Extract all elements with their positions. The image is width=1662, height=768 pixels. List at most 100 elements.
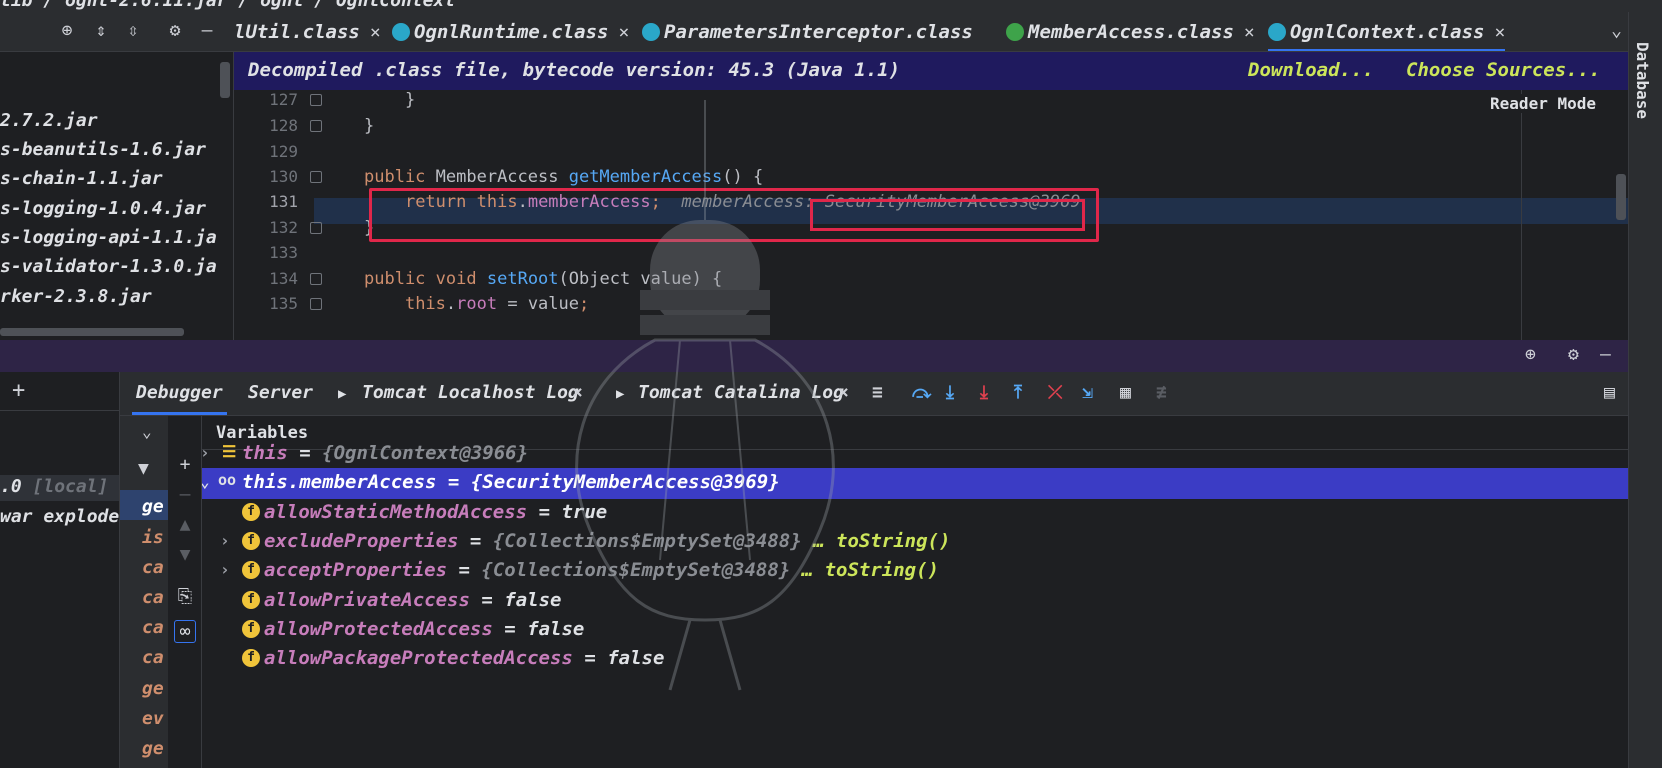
- expand-arrow-icon[interactable]: ›: [202, 443, 210, 462]
- fold-marker[interactable]: [310, 222, 322, 234]
- force-step-into-icon[interactable]: ⤓: [980, 382, 988, 403]
- tab-ognlcontext[interactable]: OgnlContext.class ×: [1268, 12, 1506, 51]
- close-icon[interactable]: ×: [838, 382, 849, 403]
- trace-icon[interactable]: ≢: [1156, 382, 1167, 403]
- variable-row[interactable]: › f acceptProperties = {Collections$Empt…: [202, 556, 1628, 587]
- locate-icon[interactable]: ⊕: [56, 20, 78, 42]
- step-out-icon[interactable]: ⤒: [1014, 382, 1022, 403]
- database-tool-button[interactable]: Database: [1633, 42, 1652, 119]
- file-item[interactable]: rker-2.3.8.jar: [0, 286, 152, 307]
- file-item[interactable]: s-beanutils-1.6.jar: [0, 139, 206, 160]
- add-watch-icon[interactable]: +: [174, 454, 196, 475]
- step-into-icon[interactable]: ⤓: [946, 382, 954, 403]
- variable-row[interactable]: f allowPackageProtectedAccess = false: [202, 644, 1628, 675]
- code-line: public MemberAccess getMemberAccess() {: [364, 167, 764, 187]
- frame-item[interactable]: ca: [142, 617, 164, 638]
- fold-marker[interactable]: [310, 171, 322, 183]
- copy-icon[interactable]: ⎘: [174, 586, 196, 607]
- move-down-icon[interactable]: ▼: [174, 544, 196, 565]
- close-icon[interactable]: ×: [1494, 22, 1505, 43]
- expand-arrow-icon[interactable]: ›: [220, 560, 230, 579]
- tab-lutil[interactable]: lUtil.class ×: [234, 12, 381, 51]
- frame-item[interactable]: ca: [142, 647, 164, 668]
- layout-icon[interactable]: ▤: [1604, 382, 1615, 403]
- session-row[interactable]: .0 [local]: [0, 476, 108, 497]
- fold-marker[interactable]: [310, 298, 322, 310]
- project-scrollbar[interactable]: [220, 62, 230, 98]
- tab-ognlruntime[interactable]: OgnlRuntime.class ×: [392, 12, 629, 51]
- frame-item[interactable]: ca: [142, 587, 164, 608]
- variable-row[interactable]: › ☰ this = {OgnlContext@3966}: [202, 439, 1628, 470]
- tab-parametersinterceptor[interactable]: ParametersInterceptor.class: [642, 12, 973, 51]
- fold-marker[interactable]: [310, 94, 322, 106]
- download-link[interactable]: Download...: [1248, 59, 1374, 81]
- run-to-cursor-icon[interactable]: ⇲: [1082, 382, 1093, 403]
- chevron-down-icon[interactable]: ⌄: [142, 422, 152, 441]
- remove-watch-icon[interactable]: —: [174, 484, 196, 505]
- menu-icon[interactable]: ≡: [872, 382, 883, 403]
- debug-sessions-panel: + .0 [local] war explode: [0, 372, 120, 768]
- field-icon: f: [242, 503, 260, 521]
- tab-server[interactable]: Server: [248, 382, 313, 403]
- line-number: 132: [269, 218, 298, 237]
- debugger-toolbar: Debugger Server ▶ Tomcat Localhost Log ×…: [120, 372, 1628, 416]
- close-icon[interactable]: ×: [618, 22, 629, 43]
- code-editor[interactable]: Reader Mode 127 128 129 130 131 132 133 …: [234, 90, 1628, 340]
- breadcrumb[interactable]: lib / ognl-2.6.11.jar / ognl / OgnlConte…: [0, 0, 455, 11]
- minimize-icon[interactable]: —: [1600, 344, 1611, 365]
- frame-item[interactable]: ge: [142, 738, 164, 759]
- variable-row-selected[interactable]: ⌄ oo this.memberAccess = {SecurityMember…: [202, 468, 1628, 499]
- evaluate-icon[interactable]: ▦: [1120, 382, 1131, 403]
- tab-memberaccess[interactable]: MemberAccess.class ×: [1006, 12, 1255, 51]
- code-line: this.root = value;: [404, 294, 590, 314]
- frames-list: ⌄ ▼ ge is ca ca ca ca ge ev ge: [120, 416, 168, 768]
- frame-item[interactable]: ev: [142, 708, 164, 729]
- gear-icon[interactable]: ⚙: [1568, 344, 1579, 365]
- expand-arrow-icon[interactable]: ›: [220, 531, 230, 550]
- frame-item[interactable]: ge: [142, 678, 164, 699]
- editor-scrollbar[interactable]: [1616, 174, 1626, 220]
- session-row[interactable]: war explode: [0, 506, 119, 527]
- chevron-down-icon[interactable]: ⌄: [1611, 20, 1622, 41]
- fold-marker[interactable]: [310, 273, 322, 285]
- variable-row[interactable]: › f excludeProperties = {Collections$Emp…: [202, 527, 1628, 558]
- file-item[interactable]: s-logging-api-1.1.ja: [0, 227, 217, 248]
- tostring-link: … toString(): [813, 530, 951, 552]
- add-icon[interactable]: +: [12, 378, 25, 403]
- variable-row[interactable]: f allowStaticMethodAccess = true: [202, 498, 1628, 529]
- watches-toggle-icon[interactable]: ∞: [174, 620, 196, 643]
- file-item[interactable]: 2.7.2.jar: [0, 110, 98, 131]
- expand-all-icon[interactable]: ⇕: [90, 20, 112, 42]
- tab-tomcat-localhost-log[interactable]: Tomcat Localhost Log: [362, 382, 579, 403]
- drop-frame-icon[interactable]: ⤫: [1048, 382, 1062, 403]
- filter-icon[interactable]: ▼: [138, 458, 149, 479]
- close-icon[interactable]: ×: [572, 382, 583, 403]
- step-over-icon[interactable]: ⤼: [912, 382, 931, 403]
- reader-mode-button[interactable]: Reader Mode: [1486, 94, 1600, 113]
- log-icon: ▶: [616, 386, 625, 402]
- crosshair-icon[interactable]: ⊕: [1525, 344, 1536, 365]
- gear-icon[interactable]: ⚙: [164, 20, 186, 42]
- frame-item[interactable]: ge: [142, 496, 164, 517]
- line-number: 131: [269, 192, 298, 211]
- close-icon[interactable]: ×: [1244, 22, 1255, 43]
- chevron-down-icon[interactable]: ⌄: [202, 472, 210, 491]
- close-icon[interactable]: ×: [370, 22, 381, 43]
- move-up-icon[interactable]: ▲: [174, 514, 196, 535]
- file-item[interactable]: s-validator-1.3.0.ja: [0, 256, 217, 277]
- file-item[interactable]: s-chain-1.1.jar: [0, 168, 163, 189]
- inline-debug-label: memberAccess:: [681, 192, 815, 212]
- right-margin-guide: [1521, 90, 1522, 340]
- project-hscrollbar[interactable]: [0, 328, 184, 336]
- tab-debugger[interactable]: Debugger: [132, 382, 227, 415]
- tab-tomcat-catalina-log[interactable]: Tomcat Catalina Log: [638, 382, 844, 403]
- fold-marker[interactable]: [310, 120, 322, 132]
- frame-item[interactable]: is: [142, 527, 164, 548]
- file-item[interactable]: s-logging-1.0.4.jar: [0, 198, 206, 219]
- variable-row[interactable]: f allowProtectedAccess = false: [202, 615, 1628, 646]
- frame-item[interactable]: ca: [142, 557, 164, 578]
- collapse-all-icon[interactable]: ⇳: [122, 20, 144, 42]
- choose-sources-link[interactable]: Choose Sources...: [1406, 59, 1600, 81]
- variable-row[interactable]: f allowPrivateAccess = false: [202, 586, 1628, 617]
- hide-icon[interactable]: —: [196, 20, 218, 42]
